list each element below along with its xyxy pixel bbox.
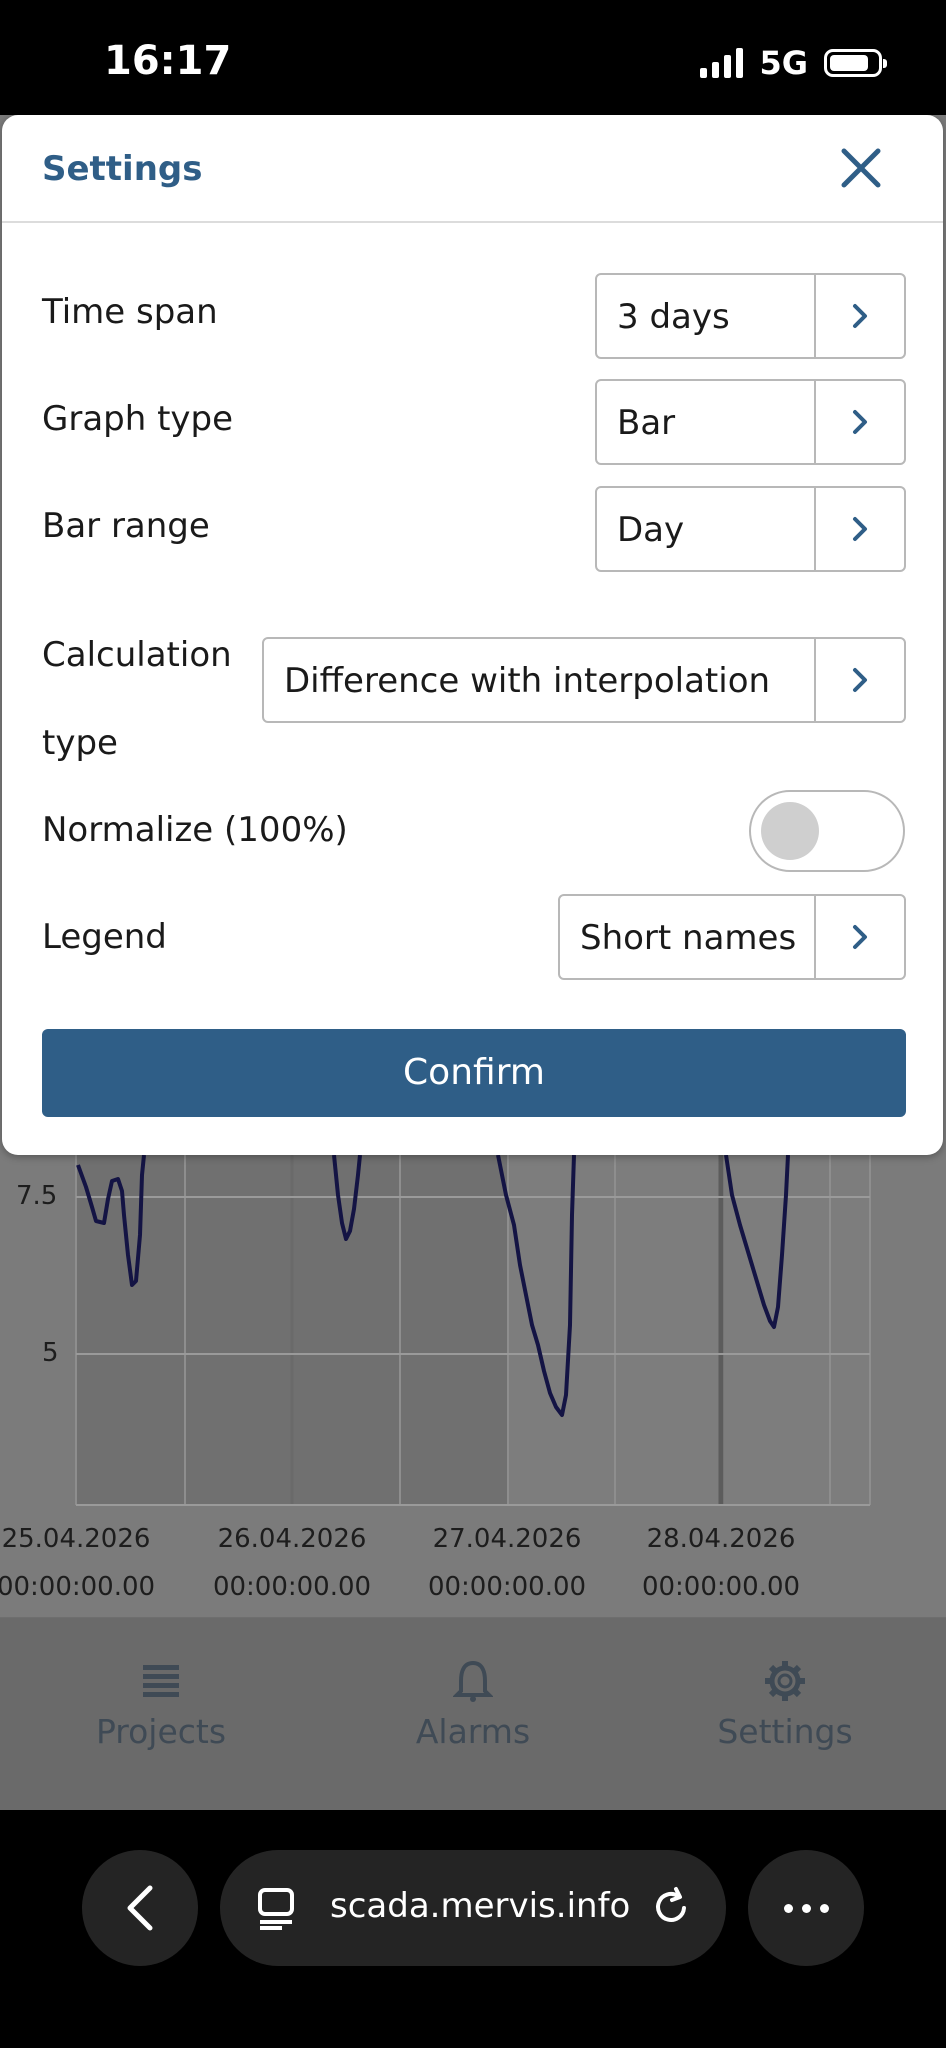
confirm-button[interactable]: Confirm	[42, 1029, 906, 1117]
chevron-right-icon	[814, 488, 904, 570]
graph-type-label: Graph type	[42, 399, 234, 439]
select-value: 3 days	[617, 297, 730, 337]
modal-title: Settings	[42, 149, 203, 189]
modal-header: Settings	[2, 115, 943, 223]
nav-label: Settings	[717, 1712, 853, 1751]
back-button[interactable]	[82, 1850, 198, 1966]
bell-icon	[363, 1656, 583, 1706]
select-value: Short names	[580, 918, 797, 958]
time-span-select[interactable]: 3 days	[595, 273, 906, 359]
list-icon	[51, 1656, 271, 1706]
x-tick-label: 25.04.2026 00:00:00.00	[0, 1524, 156, 1602]
browser-toolbar: scada.mervis.info	[0, 1810, 946, 2048]
legend-select[interactable]: Short names	[558, 894, 906, 980]
address-bar[interactable]: scada.mervis.info	[220, 1850, 726, 1966]
bar-range-select[interactable]: Day	[595, 486, 906, 572]
chevron-right-icon	[814, 381, 904, 463]
chevron-right-icon	[814, 896, 904, 978]
dot	[819, 1903, 829, 1913]
x-tick-label: 28.04.2026 00:00:00.00	[641, 1524, 801, 1602]
y-tick-label: 7.5	[16, 1181, 58, 1211]
signal-icon	[700, 48, 744, 78]
y-tick-label: 5	[42, 1338, 59, 1368]
battery-icon	[824, 49, 887, 77]
nav-item-alarms[interactable]: Alarms	[363, 1656, 583, 1751]
url-text: scada.mervis.info	[330, 1886, 631, 1926]
dot	[801, 1903, 811, 1913]
tabs-icon	[258, 1888, 294, 1930]
dot	[783, 1903, 793, 1913]
graph-type-select[interactable]: Bar	[595, 379, 906, 465]
bar-range-label: Bar range	[42, 506, 210, 546]
select-value: Difference with interpolation	[284, 661, 771, 701]
toggle-knob	[761, 802, 819, 860]
status-indicators: 5G	[700, 44, 887, 82]
close-icon[interactable]	[838, 145, 884, 191]
nav-label: Projects	[95, 1712, 227, 1751]
bottom-nav: Projects Alarms Settings	[0, 1617, 946, 1811]
nav-item-settings[interactable]: Settings	[675, 1656, 895, 1751]
select-value: Bar	[617, 403, 676, 443]
status-time: 16:17	[104, 38, 232, 84]
calculation-type-select[interactable]: Difference with interpolation	[262, 637, 906, 723]
network-label: 5G	[759, 44, 808, 82]
nav-label: Alarms	[415, 1712, 531, 1751]
status-bar: 16:17 5G	[0, 0, 946, 115]
time-span-label: Time span	[42, 292, 218, 332]
settings-modal: Settings Time span 3 days Graph type Bar…	[2, 115, 943, 1155]
normalize-toggle[interactable]	[749, 790, 905, 872]
legend-label: Legend	[42, 917, 167, 957]
x-tick-label: 26.04.2026 00:00:00.00	[212, 1524, 372, 1602]
x-tick-label: 27.04.2026 00:00:00.00	[427, 1524, 587, 1602]
nav-item-projects[interactable]: Projects	[51, 1656, 271, 1751]
chevron-right-icon	[814, 639, 904, 721]
chevron-right-icon	[814, 275, 904, 357]
calculation-type-label: Calculation type	[42, 635, 232, 763]
reload-icon[interactable]	[650, 1886, 694, 1930]
select-value: Day	[617, 510, 685, 550]
gear-icon	[675, 1656, 895, 1706]
normalize-label: Normalize (100%)	[42, 810, 348, 850]
more-button[interactable]	[748, 1850, 864, 1966]
chevron-left-icon	[127, 1885, 153, 1931]
